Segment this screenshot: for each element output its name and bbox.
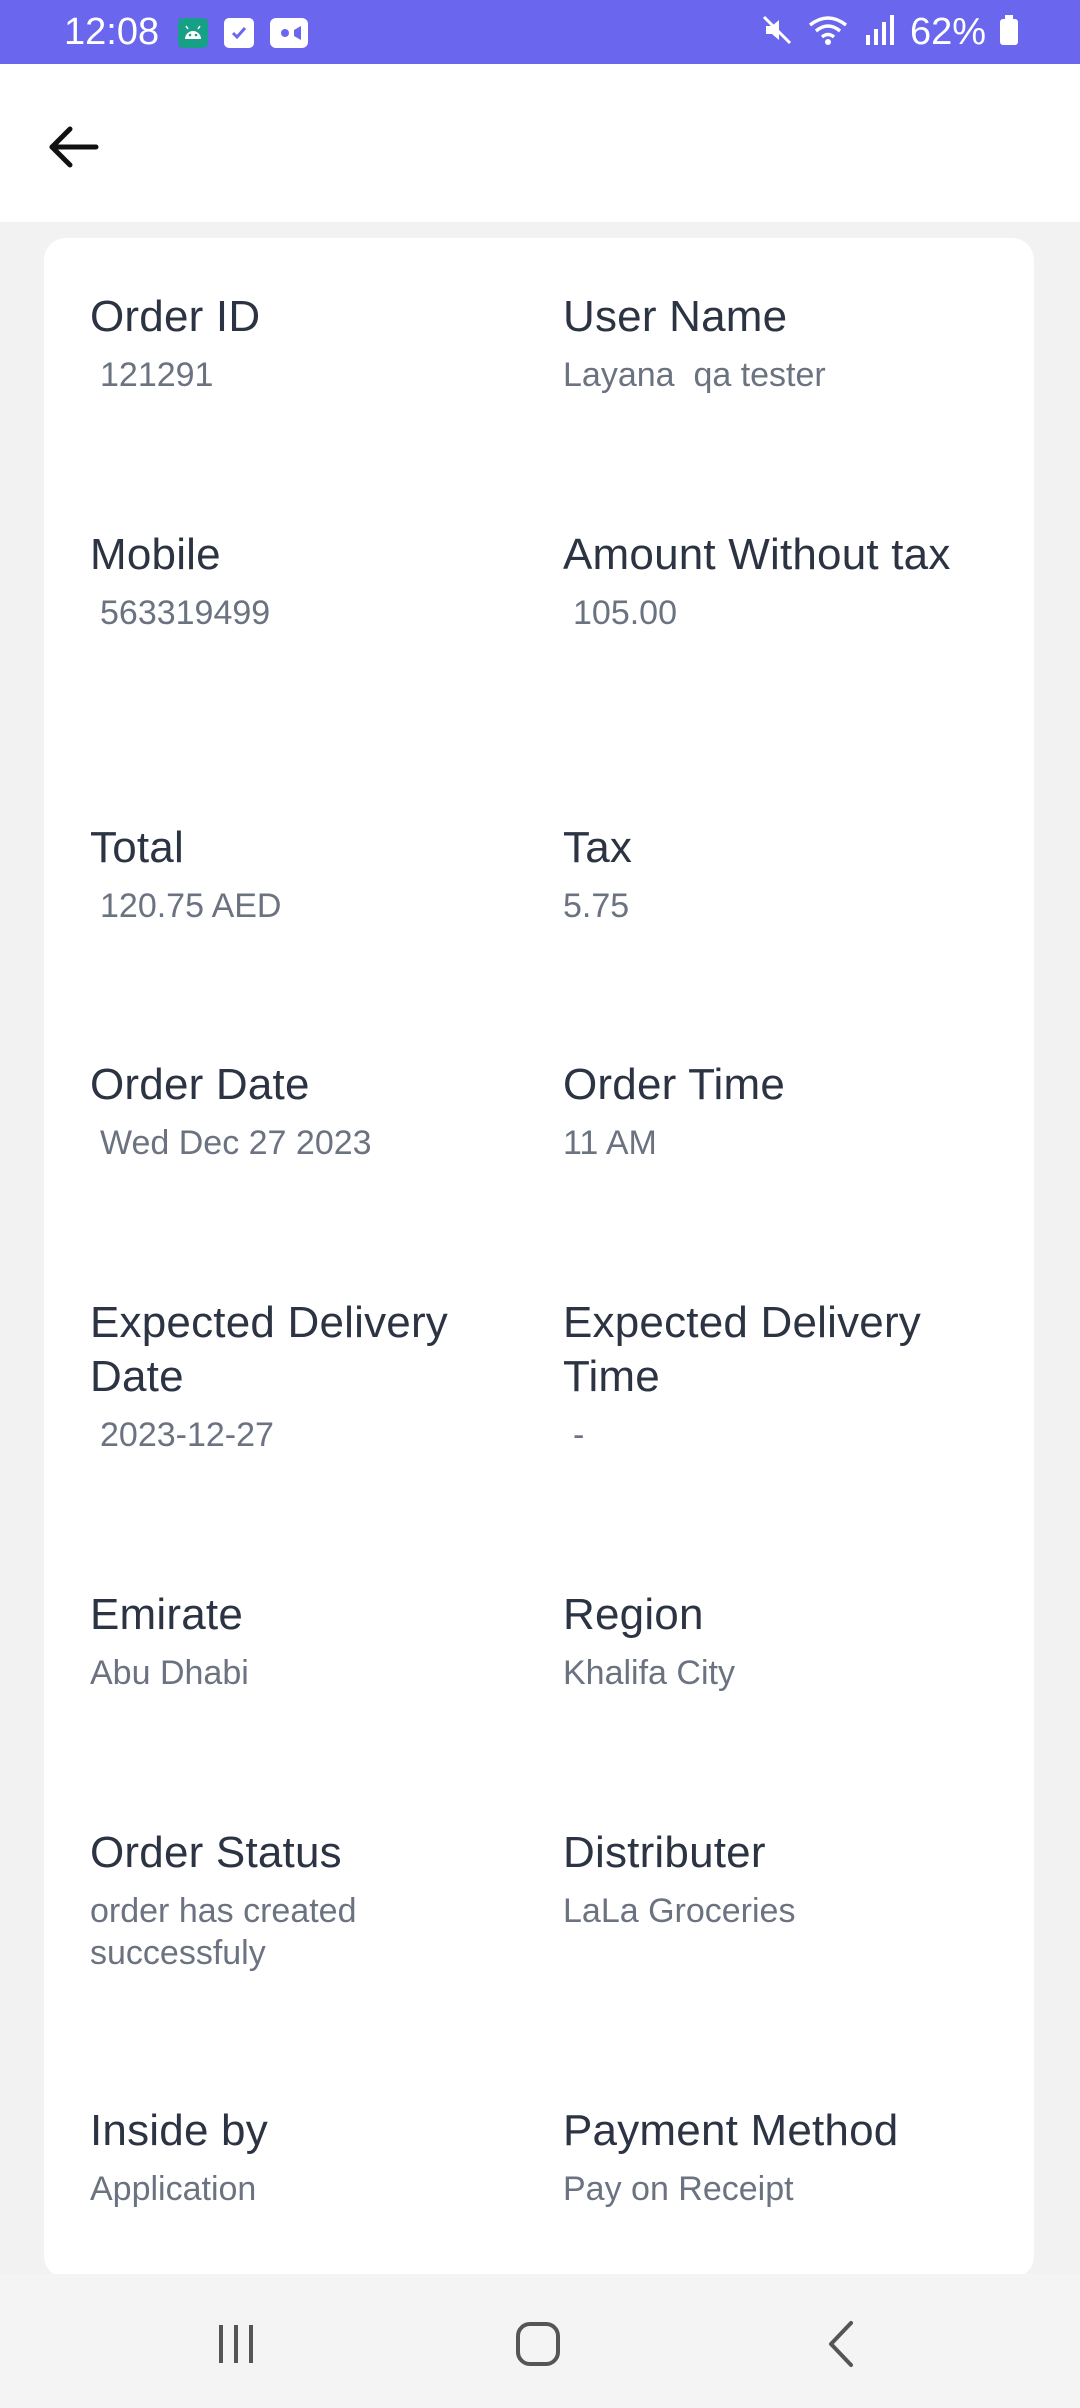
field-label: Total: [90, 823, 184, 872]
field-label: Region: [563, 1590, 704, 1639]
system-nav-bar: [0, 2274, 1080, 2408]
field-label: Order Date: [90, 1060, 310, 1109]
field-user-name: User Name Layana qa tester: [563, 290, 1003, 396]
status-system-icons: 62%: [760, 12, 1020, 52]
android-icon: [178, 18, 208, 48]
app-header: [0, 64, 1080, 222]
field-payment-method: Payment Method Pay on Receipt: [563, 2104, 1003, 2210]
status-notification-icons: [178, 18, 308, 48]
field-expected-delivery-date: Expected Delivery Date 2023-12-27: [90, 1296, 510, 1456]
field-value: LaLa Groceries: [563, 1892, 796, 1930]
home-icon: [516, 2322, 560, 2366]
field-distributer: Distributer LaLa Groceries: [563, 1826, 1003, 1932]
field-value: 2023-12-27: [100, 1416, 274, 1454]
check-icon: [224, 18, 254, 48]
field-order-id: Order ID 121291: [90, 290, 530, 396]
field-value: 121291: [100, 356, 214, 394]
field-label: Tax: [563, 823, 633, 872]
field-value: 5.75: [563, 887, 630, 925]
field-value: Wed Dec 27 2023: [100, 1124, 372, 1162]
field-value: 563319499: [100, 594, 271, 632]
field-label: Order Status: [90, 1828, 342, 1877]
field-label: User Name: [563, 292, 788, 341]
field-order-date: Order Date Wed Dec 27 2023: [90, 1058, 530, 1164]
field-value: Abu Dhabi: [90, 1654, 249, 1692]
back-arrow-icon: [49, 126, 99, 168]
recent-apps-icon: [219, 2325, 253, 2363]
field-value: 105.00: [573, 594, 677, 632]
field-total: Total 120.75 AED: [90, 821, 530, 927]
battery-percent: 62%: [909, 11, 986, 53]
field-tax: Tax 5.75: [563, 821, 1003, 927]
field-inside-by: Inside by Application: [90, 2104, 530, 2210]
field-amount-without-tax: Amount Without tax 105.00: [563, 528, 993, 634]
status-time: 12:08: [64, 11, 160, 53]
battery-icon: [998, 13, 1020, 52]
video-icon: [270, 18, 308, 48]
mute-icon: [760, 13, 794, 52]
field-label: Payment Method: [563, 2106, 899, 2155]
status-bar: 12:08 62%: [0, 0, 1080, 64]
field-order-time: Order Time 11 AM: [563, 1058, 1003, 1164]
field-value: 120.75 AED: [100, 887, 282, 925]
field-region: Region Khalifa City: [563, 1588, 1003, 1694]
order-details-card: Order ID 121291 User Name Layana qa test…: [44, 238, 1034, 2278]
field-value: -: [573, 1416, 585, 1454]
field-value: 11 AM: [563, 1124, 657, 1162]
field-label: Order Time: [563, 1060, 786, 1109]
field-label: Emirate: [90, 1590, 243, 1639]
back-icon: [829, 2321, 853, 2367]
field-label: Amount Without tax: [563, 530, 951, 579]
field-value: Pay on Receipt: [563, 2170, 794, 2208]
field-label: Expected Delivery Time: [563, 1298, 921, 1401]
field-value: order has created successfuly: [90, 1892, 357, 1972]
signal-icon: [862, 13, 898, 52]
field-value: Application: [90, 2170, 257, 2208]
field-label: Order ID: [90, 292, 261, 341]
field-label: Expected Delivery Date: [90, 1298, 448, 1401]
field-mobile: Mobile 563319499: [90, 528, 530, 634]
nav-back-button[interactable]: [802, 2304, 882, 2384]
field-expected-delivery-time: Expected Delivery Time -: [563, 1296, 993, 1456]
field-label: Inside by: [90, 2106, 268, 2155]
recent-apps-button[interactable]: [196, 2304, 276, 2384]
wifi-icon: [806, 13, 850, 52]
field-label: Mobile: [90, 530, 221, 579]
field-order-status: Order Status order has created successfu…: [90, 1826, 430, 1974]
field-value: Khalifa City: [563, 1654, 735, 1692]
back-button[interactable]: [40, 114, 106, 180]
field-label: Distributer: [563, 1828, 766, 1877]
field-emirate: Emirate Abu Dhabi: [90, 1588, 530, 1694]
field-value: Layana qa tester: [563, 356, 826, 394]
home-button[interactable]: [498, 2304, 578, 2384]
